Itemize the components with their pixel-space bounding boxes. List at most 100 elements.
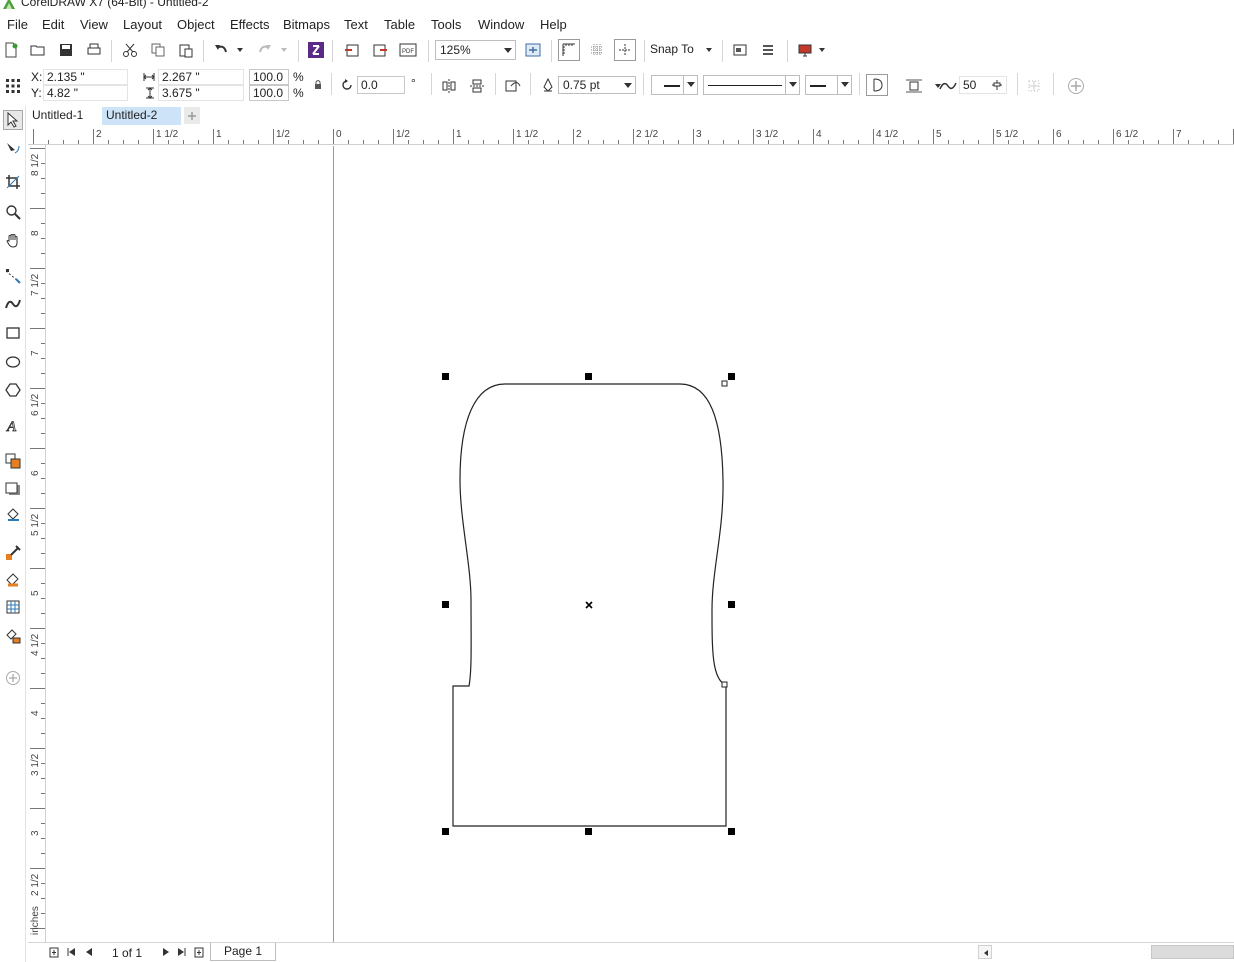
horizontal-ruler[interactable]: 2 1 1/2 1 1/2 0 1/2 1 1 1/2 2 2 1/2 3 3 1/2 4 4 1/2 5 5… xyxy=(28,127,1234,145)
add-page-before-button[interactable] xyxy=(48,946,60,958)
dropdown-button[interactable] xyxy=(683,76,697,94)
curve-smoothness-field[interactable]: 50 xyxy=(959,76,1007,94)
slider-icon[interactable] xyxy=(991,79,1003,91)
menu-file[interactable]: File xyxy=(7,17,28,32)
parallel-dimension-tool[interactable] xyxy=(3,451,23,471)
workspace-button[interactable] xyxy=(794,39,816,61)
vertical-ruler[interactable]: 8 1/2 8 7 1/2 7 6 1/2 6 5 1/2 5 4 1/2 4 3 1/2 3 2 1/… xyxy=(28,145,46,942)
line-style-select[interactable] xyxy=(703,75,800,95)
drawing-canvas[interactable] xyxy=(47,146,1234,942)
zoom-level-select[interactable]: 125% xyxy=(435,40,516,60)
tab-untitled-2[interactable]: Untitled-2 xyxy=(102,107,181,125)
next-page-button[interactable] xyxy=(160,946,172,958)
workspace-dropdown[interactable] xyxy=(816,39,828,61)
object-origin-button[interactable] xyxy=(2,75,24,97)
tab-untitled-1[interactable]: Untitled-1 xyxy=(28,107,88,125)
scale-x-field[interactable]: 100.0 xyxy=(249,69,289,85)
new-tab-button[interactable] xyxy=(184,107,200,124)
shape-tool[interactable] xyxy=(3,139,23,159)
mirror-horizontal-button[interactable] xyxy=(438,75,460,97)
zoom-tool[interactable] xyxy=(3,202,23,222)
interactive-fill-tool[interactable] xyxy=(3,570,23,590)
mirror-vertical-button[interactable] xyxy=(466,75,488,97)
first-page-button[interactable] xyxy=(65,946,77,958)
y-position-field[interactable]: 4.82 " xyxy=(43,85,128,101)
cut-button[interactable] xyxy=(119,39,141,61)
import-button[interactable] xyxy=(341,39,363,61)
menu-tools[interactable]: Tools xyxy=(431,17,461,32)
x-position-field[interactable]: 2.135 " xyxy=(43,69,128,85)
menu-bitmaps[interactable]: Bitmaps xyxy=(283,17,330,32)
add-page-after-button[interactable] xyxy=(193,946,205,958)
undo-button[interactable] xyxy=(210,39,232,61)
transparency-tool[interactable] xyxy=(3,506,23,526)
lock-ratio-icon[interactable] xyxy=(313,79,323,91)
object-width-field[interactable]: 2.267 " xyxy=(158,69,244,85)
extract-subpath-button[interactable] xyxy=(1023,75,1045,97)
horizontal-scrollbar-thumb[interactable] xyxy=(1151,945,1234,959)
pan-tool[interactable] xyxy=(3,230,23,250)
menu-view[interactable]: View xyxy=(80,17,108,32)
save-button[interactable] xyxy=(55,39,77,61)
mesh-fill-tool[interactable] xyxy=(3,597,23,617)
menu-object[interactable]: Object xyxy=(177,17,215,32)
close-curve-button[interactable] xyxy=(866,74,888,96)
publish-pdf-button[interactable]: PDF xyxy=(397,39,419,61)
menu-help[interactable]: Help xyxy=(540,17,567,32)
search-content-button[interactable] xyxy=(305,39,327,61)
print-button[interactable] xyxy=(83,39,105,61)
scroll-left-button[interactable] xyxy=(978,945,992,959)
menu-text[interactable]: Text xyxy=(344,17,368,32)
menu-table[interactable]: Table xyxy=(384,17,415,32)
add-page-icon xyxy=(194,947,204,957)
show-guidelines-toggle[interactable] xyxy=(614,39,636,61)
new-document-button[interactable] xyxy=(0,39,22,61)
show-grid-toggle[interactable] xyxy=(586,39,608,61)
polygon-tool[interactable] xyxy=(3,380,23,400)
outline-width-select[interactable]: 0.75 pt xyxy=(558,76,636,94)
artistic-media-tool[interactable] xyxy=(3,294,23,314)
freehand-tool[interactable] xyxy=(3,266,23,286)
previous-page-button[interactable] xyxy=(83,946,95,958)
wrap-text-button[interactable] xyxy=(903,75,925,97)
page-tab[interactable]: Page 1 xyxy=(210,943,276,961)
menu-edit[interactable]: Edit xyxy=(42,17,64,32)
show-rulers-toggle[interactable] xyxy=(558,39,580,61)
undo-dropdown[interactable] xyxy=(234,39,246,61)
application-launcher-button[interactable] xyxy=(757,39,779,61)
pick-tool[interactable] xyxy=(3,110,23,130)
rotation-angle-field[interactable]: 0.0 xyxy=(357,76,405,94)
monitor-icon xyxy=(798,44,812,57)
ellipse-tool[interactable] xyxy=(3,352,23,372)
redo-button[interactable] xyxy=(254,39,276,61)
last-page-button[interactable] xyxy=(176,946,188,958)
redo-dropdown[interactable] xyxy=(278,39,290,61)
scale-y-field[interactable]: 100.0 xyxy=(249,85,289,101)
start-arrowhead-select[interactable] xyxy=(651,75,698,95)
menu-layout[interactable]: Layout xyxy=(123,17,162,32)
dropdown-button[interactable] xyxy=(785,76,799,94)
options-button[interactable] xyxy=(729,39,751,61)
quick-customize-button[interactable] xyxy=(1065,75,1087,97)
copy-button[interactable] xyxy=(147,39,169,61)
color-eyedropper-tool[interactable] xyxy=(3,543,23,563)
open-button[interactable] xyxy=(27,39,49,61)
crop-tool[interactable] xyxy=(3,172,23,192)
drop-shadow-tool[interactable] xyxy=(3,479,23,499)
title-bar: CorelDRAW X7 (64-Bit) - Untitled-2 xyxy=(0,0,1234,12)
full-screen-preview-button[interactable] xyxy=(522,39,544,61)
ruler-label: 2 xyxy=(96,129,102,140)
menu-window[interactable]: Window xyxy=(478,17,524,32)
rectangle-tool[interactable] xyxy=(3,323,23,343)
snap-to-dropdown[interactable]: Snap To xyxy=(650,42,716,60)
dropdown-button[interactable] xyxy=(837,76,851,94)
object-height-field[interactable]: 3.675 " xyxy=(158,85,244,101)
convert-to-curves-button[interactable] xyxy=(502,75,524,97)
end-arrowhead-select[interactable] xyxy=(805,75,852,95)
menu-effects[interactable]: Effects xyxy=(230,17,270,32)
add-tool-button[interactable] xyxy=(3,668,23,688)
paste-button[interactable] xyxy=(175,39,197,61)
text-tool[interactable]: A xyxy=(3,415,23,435)
smart-fill-tool[interactable] xyxy=(3,626,23,646)
export-button[interactable] xyxy=(369,39,391,61)
